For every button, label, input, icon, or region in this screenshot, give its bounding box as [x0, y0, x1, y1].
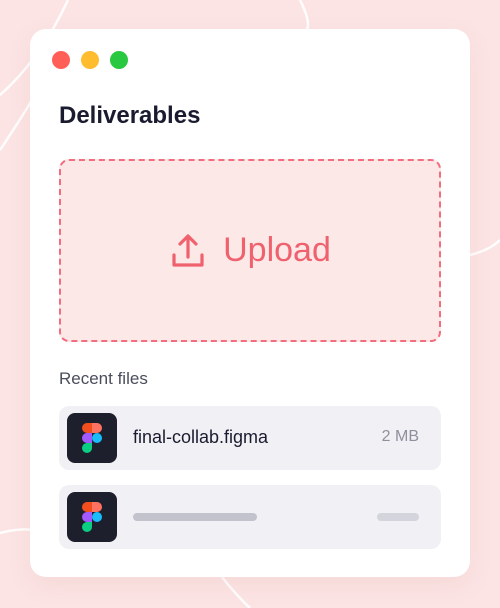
file-row-placeholder[interactable] — [59, 485, 441, 549]
page-title: Deliverables — [59, 102, 201, 129]
file-size-placeholder — [377, 513, 419, 521]
upload-dropzone[interactable]: Upload — [59, 159, 441, 342]
close-window-button[interactable] — [52, 51, 70, 69]
recent-files-heading: Recent files — [59, 369, 148, 388]
maximize-window-button[interactable] — [110, 51, 128, 69]
file-size: 2 MB — [381, 428, 419, 445]
figma-icon — [67, 492, 117, 542]
upload-label: Upload — [223, 231, 331, 269]
file-row[interactable]: final-collab.figma 2 MB — [59, 406, 441, 470]
file-name-placeholder — [133, 513, 257, 521]
figma-icon — [67, 413, 117, 463]
file-name: final-collab.figma — [133, 427, 269, 447]
minimize-window-button[interactable] — [81, 51, 99, 69]
window-controls — [52, 51, 128, 69]
upload-icon — [172, 233, 204, 267]
deliverables-window: Deliverables Upload Recent files final-c… — [30, 29, 470, 577]
